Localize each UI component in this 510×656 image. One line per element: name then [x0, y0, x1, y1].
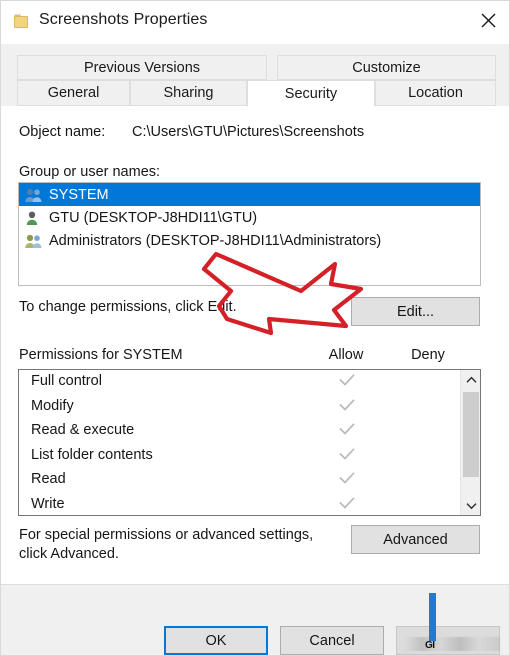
tab-label: Sharing: [163, 85, 214, 101]
tab-security[interactable]: Security: [247, 80, 375, 107]
tab-label: General: [47, 85, 100, 101]
scrollbar-thumb[interactable]: [463, 392, 479, 477]
cancel-button-label: Cancel: [309, 632, 355, 649]
table-row[interactable]: Write: [19, 493, 480, 516]
advanced-button[interactable]: Advanced: [351, 525, 480, 554]
column-header-deny: Deny: [411, 347, 445, 363]
table-row[interactable]: Full control: [19, 370, 480, 395]
ok-button[interactable]: OK: [164, 626, 268, 655]
permissions-scrollbar[interactable]: [460, 370, 480, 515]
allow-checkmark-icon[interactable]: [320, 447, 374, 461]
properties-dialog: Screenshots Properties Previous Versions…: [0, 0, 510, 656]
allow-checkmark-icon[interactable]: [320, 373, 374, 387]
list-item[interactable]: GTU (DESKTOP-J8HDI11\GTU): [19, 206, 480, 229]
permission-name: Write: [31, 495, 65, 512]
tab-general[interactable]: General: [17, 80, 130, 106]
window-title: Screenshots Properties: [39, 11, 208, 28]
group-or-user-names-label: Group or user names:: [19, 164, 161, 180]
folder-icon: [14, 14, 29, 28]
obscured-mark: GI: [425, 640, 435, 651]
permission-name: Read: [31, 471, 66, 487]
close-icon[interactable]: [465, 1, 509, 39]
table-row[interactable]: Modify: [19, 395, 480, 420]
single-user-icon: [24, 210, 43, 226]
blue-marker-bar: [429, 593, 436, 641]
permission-name: Read & execute: [31, 422, 135, 438]
scroll-up-icon[interactable]: [461, 370, 480, 389]
advanced-settings-hint: For special permissions or advanced sett…: [19, 527, 314, 562]
permission-name: Full control: [31, 373, 102, 389]
tab-strip: Previous Versions Customize General Shar…: [1, 44, 509, 107]
edit-button-label: Edit...: [396, 303, 435, 320]
object-name-label: Object name:: [19, 124, 106, 140]
tab-location[interactable]: Location: [375, 80, 496, 106]
tab-label: Previous Versions: [83, 59, 201, 76]
ok-button-label: OK: [205, 632, 227, 649]
tab-previous-versions[interactable]: Previous Versions: [17, 55, 267, 80]
tab-customize[interactable]: Customize: [277, 55, 496, 80]
list-item[interactable]: Administrators (DESKTOP-J8HDI11\Administ…: [19, 229, 480, 252]
table-row[interactable]: Read & execute: [19, 419, 480, 444]
tab-sharing[interactable]: Sharing: [130, 80, 247, 106]
list-item-label: SYSTEM: [49, 186, 109, 203]
scroll-down-icon[interactable]: [461, 496, 480, 515]
list-item[interactable]: SYSTEM: [19, 183, 480, 206]
obscured-overlay: [405, 637, 500, 651]
permissions-title: Permissions for SYSTEM: [19, 347, 183, 363]
group-user-list[interactable]: SYSTEM GTU (DESKTOP-J8HDI11\GTU) Adminis…: [18, 182, 481, 286]
allow-checkmark-icon[interactable]: [320, 471, 374, 485]
edit-button[interactable]: Edit...: [351, 297, 480, 326]
cancel-button[interactable]: Cancel: [280, 626, 384, 655]
table-row[interactable]: Read: [19, 468, 480, 493]
security-panel: Object name: C:\Users\GTU\Pictures\Scree…: [1, 106, 509, 585]
tab-label: Location: [408, 85, 463, 101]
table-row[interactable]: List folder contents: [19, 444, 480, 469]
permission-name: Modify: [31, 397, 74, 414]
permission-name: List folder contents: [31, 446, 153, 463]
allow-checkmark-icon[interactable]: [320, 422, 374, 436]
title-bar: Screenshots Properties: [1, 1, 509, 44]
permissions-list[interactable]: Full control Modify Read & execute List …: [18, 369, 481, 516]
tab-label: Customize: [352, 59, 421, 76]
column-header-allow: Allow: [328, 347, 364, 363]
allow-checkmark-icon[interactable]: [320, 496, 374, 510]
tab-label: Security: [284, 85, 338, 102]
object-name-value: C:\Users\GTU\Pictures\Screenshots: [132, 124, 365, 140]
advanced-button-label: Advanced: [383, 531, 448, 548]
group-users-icon: [24, 233, 43, 249]
list-item-label: Administrators (DESKTOP-J8HDI11\Administ…: [49, 232, 382, 249]
group-users-icon: [24, 187, 43, 203]
edit-permissions-hint: To change permissions, click Edit.: [19, 299, 237, 315]
allow-checkmark-icon[interactable]: [320, 398, 374, 412]
list-item-label: GTU (DESKTOP-J8HDI11\GTU): [49, 209, 258, 226]
